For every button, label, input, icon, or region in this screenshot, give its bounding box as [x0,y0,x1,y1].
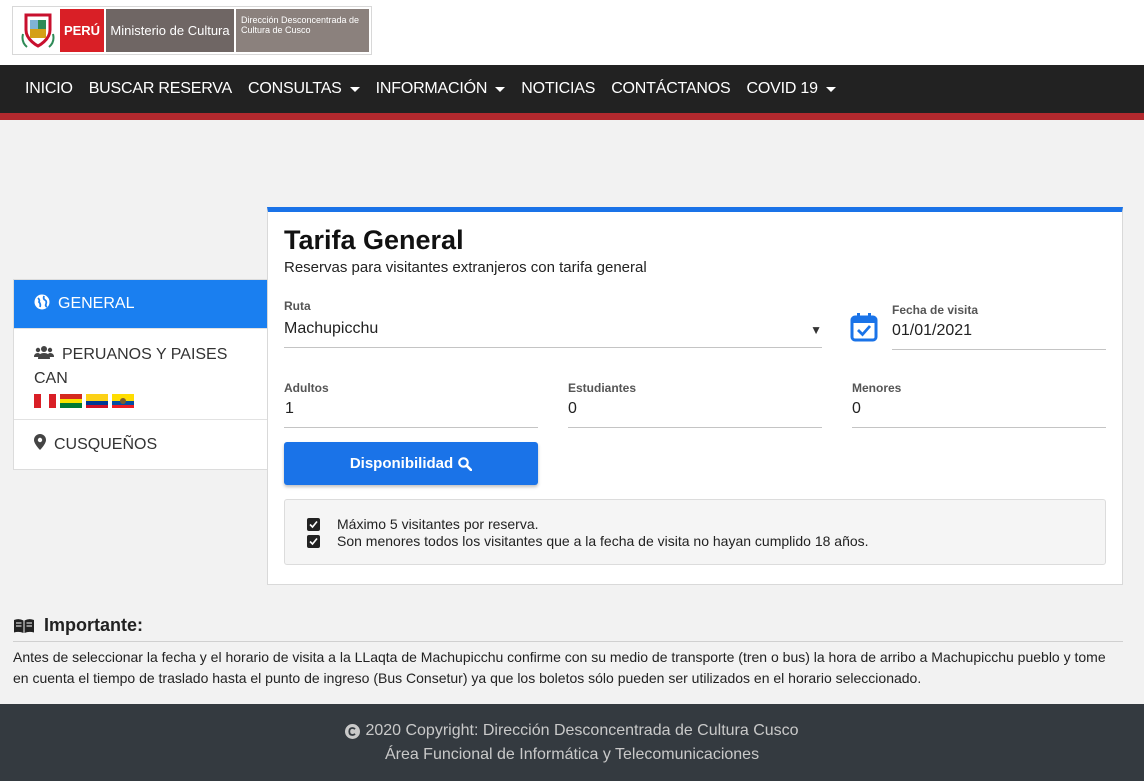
sidebar-item-label: GENERAL [58,295,135,312]
menores-value: 0 [852,400,861,417]
footer-copyright-row: 2020 Copyright: Dirección Desconcentrada… [0,722,1144,740]
nav-item-label: CONSULTAS [248,80,342,97]
caret-down-icon [349,86,360,92]
adultos-underline [284,427,538,428]
nav-item-buscar-reserva[interactable]: BUSCAR RESERVA [81,80,240,98]
fecha-label: Fecha de visita [892,303,979,317]
ecuador-flag-icon [112,394,134,408]
ruta-value: Machupicchu [284,320,379,337]
reservation-notes: Máximo 5 visitantes por reserva. Son men… [284,499,1106,565]
importante-text: Antes de seleccionar la fecha y el horar… [13,649,1106,686]
caret-down-icon [495,86,506,92]
logo-peru-text: PERÚ [60,9,104,52]
fecha-value: 01/01/2021 [892,322,973,339]
card-subtitle: Reservas para visitantes extranjeros con… [284,259,647,276]
sidebar-item-cusquenos[interactable]: CUSQUEÑOS [14,420,267,469]
bolivia-flag-icon [60,394,82,409]
importante-divider [13,641,1123,642]
estudiantes-label: Estudiantes [568,381,637,395]
sidebar-item-general[interactable]: GENERAL [14,280,267,329]
globe-icon [34,294,50,315]
note-text: Máximo 5 visitantes por reserva. [337,516,539,532]
checked-box-icon [307,534,320,548]
site-header: PERÚ Ministerio de Cultura Dirección Des… [0,0,1144,65]
note-item: Son menores todos los visitantes que a l… [307,533,869,549]
nav-item-consultas[interactable]: CONSULTAS [240,80,368,98]
checked-box-icon [307,517,320,531]
site-footer: 2020 Copyright: Dirección Desconcentrada… [0,704,1144,781]
rate-type-sidebar: GENERAL PERUANOS Y PAISES CAN CUSQUEÑOS [13,279,268,470]
sidebar-item-label: PERUANOS Y PAISES CAN [34,346,228,387]
can-flags [34,394,247,409]
nav-item-label: INFORMACIÓN [375,80,488,97]
menores-label: Menores [852,381,902,395]
sidebar-item-label: CUSQUEÑOS [54,435,158,453]
nav-item-contactanos[interactable]: CONTÁCTANOS [603,80,738,98]
ruta-label: Ruta [284,299,311,313]
nav-item-label: NOTICIAS [521,80,596,97]
calendar-icon[interactable] [850,312,878,347]
fecha-underline [892,349,1106,350]
caret-down-icon [825,86,836,92]
navbar-accent-line [0,113,1144,120]
button-label: Disponibilidad [349,455,454,472]
logo-direccion-text: Dirección Desconcentrada de Cultura de C… [234,9,369,52]
ruta-select[interactable]: Machupicchu ▼ [284,315,822,347]
main-navbar: INICIO BUSCAR RESERVA CONSULTAS INFORMAC… [0,65,1144,113]
site-logo[interactable]: PERÚ Ministerio de Cultura Dirección Des… [12,6,372,55]
ruta-underline [284,347,822,348]
colombia-flag-icon [86,394,108,408]
nav-item-covid19[interactable]: COVID 19 [739,80,844,98]
footer-copyright: 2020 Copyright: Dirección Desconcentrada… [365,722,799,739]
copyright-icon [345,723,361,739]
logo-ministerio-text: Ministerio de Cultura [104,9,234,52]
sidebar-item-peruanos[interactable]: PERUANOS Y PAISES CAN [14,329,267,420]
users-icon [34,343,54,367]
menores-input[interactable]: 0 [852,397,1106,427]
estudiantes-input[interactable]: 0 [568,397,822,427]
adultos-label: Adultos [284,381,329,395]
footer-area: Área Funcional de Informática y Telecomu… [384,746,760,763]
search-icon [458,456,473,471]
map-marker-icon [34,434,46,455]
book-open-icon [13,618,35,634]
menores-underline [852,427,1106,428]
note-text: Son menores todos los visitantes que a l… [337,533,869,549]
peru-flag-icon [34,394,56,408]
note-item: Máximo 5 visitantes por reserva. [307,516,539,532]
nav-item-label: BUSCAR RESERVA [88,80,233,97]
adultos-input[interactable]: 1 [284,397,538,427]
nav-item-informacion[interactable]: INFORMACIÓN [368,80,514,98]
importante-title: Importante: [44,615,143,635]
select-arrow-icon: ▼ [810,323,822,337]
estudiantes-underline [568,427,822,428]
adultos-value: 1 [285,400,294,417]
card-title: Tarifa General [284,225,464,255]
reservation-card: Tarifa General Reservas para visitantes … [267,207,1123,585]
nav-item-label: COVID 19 [746,80,819,97]
nav-item-noticias[interactable]: NOTICIAS [513,80,603,98]
disponibilidad-button[interactable]: Disponibilidad [284,442,538,485]
nav-item-inicio[interactable]: INICIO [17,80,81,98]
fecha-input[interactable]: 01/01/2021 [892,319,1106,349]
nav-item-label: CONTÁCTANOS [611,80,731,97]
nav-item-label: INICIO [25,80,73,97]
coat-of-arms-icon [15,9,60,52]
importante-heading: Importante: [13,615,143,636]
estudiantes-value: 0 [568,400,577,417]
